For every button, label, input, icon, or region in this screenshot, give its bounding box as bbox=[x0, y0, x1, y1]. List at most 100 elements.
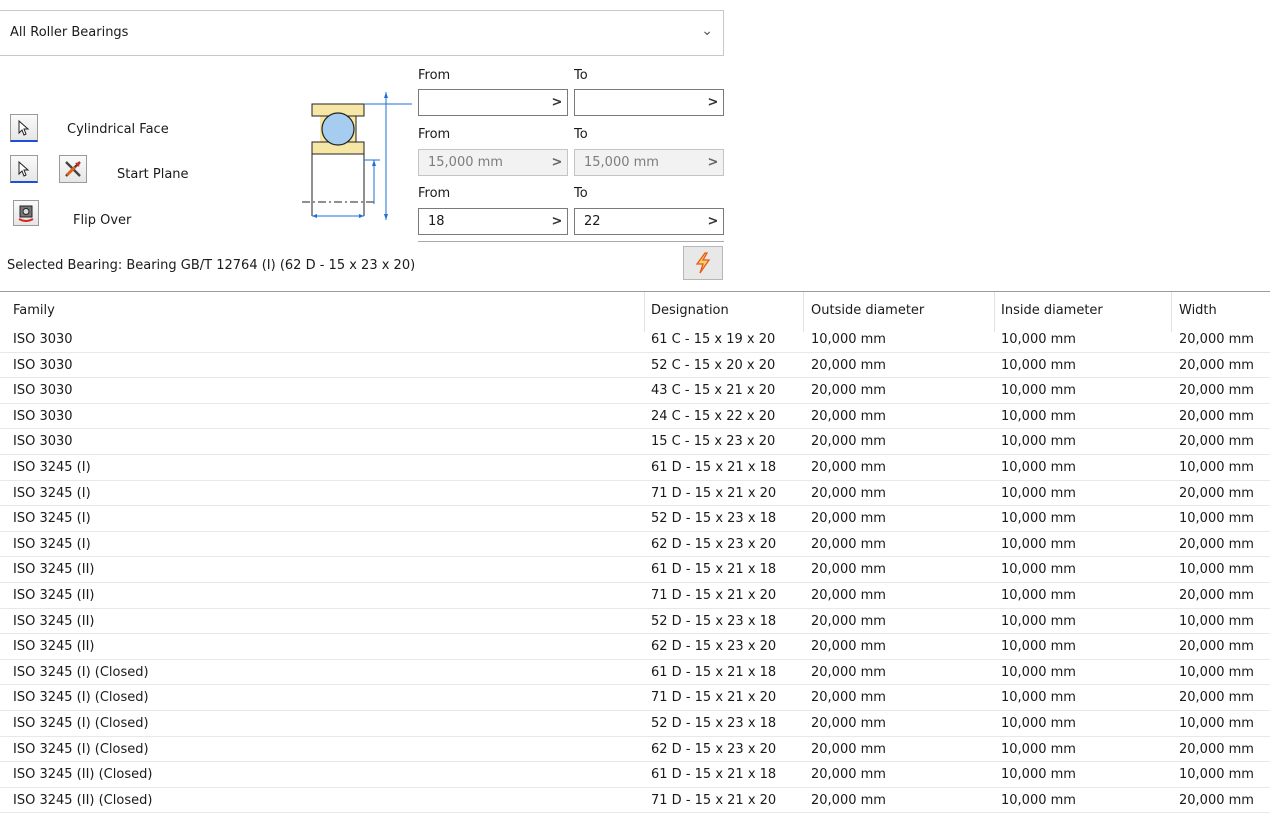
chevron-right-icon[interactable]: > bbox=[703, 214, 723, 229]
range-1-from-field[interactable]: > bbox=[418, 89, 568, 116]
cell-family: ISO 3245 (II) bbox=[13, 587, 95, 603]
cell-width: 20,000 mm bbox=[1179, 587, 1254, 603]
column-divider[interactable] bbox=[994, 292, 995, 332]
cell-inside-diameter: 10,000 mm bbox=[1001, 332, 1076, 347]
table-row[interactable]: ISO 3245 (I) 71 D - 15 x 21 x 20 20,000 mm… bbox=[0, 481, 1270, 507]
cell-width: 10,000 mm bbox=[1179, 459, 1254, 475]
cell-family: ISO 3030 bbox=[13, 408, 73, 424]
table-row[interactable]: ISO 3245 (II) 61 D - 15 x 21 x 18 20,000 m… bbox=[0, 557, 1270, 583]
bearing-family-dropdown[interactable]: All Roller Bearings ⌄ bbox=[0, 10, 724, 56]
range-2-to-field: 15,000 mm > bbox=[574, 149, 724, 176]
chevron-right-icon[interactable]: > bbox=[547, 155, 567, 170]
range-1-to-field[interactable]: > bbox=[574, 89, 724, 116]
table-row[interactable]: ISO 3245 (I) 61 D - 15 x 21 x 18 20,000 mm… bbox=[0, 455, 1270, 481]
chevron-down-icon[interactable]: ⌄ bbox=[701, 23, 713, 39]
table-row[interactable]: ISO 3030 52 C - 15 x 20 x 20 20,000 mm 10,0… bbox=[0, 353, 1270, 379]
cell-designation: 52 D - 15 x 23 x 18 bbox=[651, 613, 777, 629]
table-row[interactable]: ISO 3245 (I) (Closed) 62 D - 15 x 23 x 20… bbox=[0, 737, 1270, 763]
cell-family: ISO 3245 (I) bbox=[13, 485, 91, 501]
table-row[interactable]: ISO 3030 24 C - 15 x 22 x 20 20,000 mm 10,0… bbox=[0, 404, 1270, 430]
cell-inside-diameter: 10,000 mm bbox=[1001, 613, 1076, 629]
cell-designation: 52 D - 15 x 23 x 18 bbox=[651, 511, 777, 527]
cylindrical-face-select-button[interactable] bbox=[10, 114, 38, 142]
cell-family: ISO 3245 (I) bbox=[13, 459, 91, 475]
cell-designation: 71 D - 15 x 21 x 20 bbox=[651, 587, 777, 603]
cell-width: 10,000 mm bbox=[1179, 562, 1254, 578]
start-plane-select-button[interactable] bbox=[10, 155, 38, 183]
flip-over-button[interactable] bbox=[13, 200, 39, 226]
chevron-right-icon[interactable]: > bbox=[547, 95, 567, 110]
flip-direction-icon bbox=[65, 161, 81, 177]
table-row[interactable]: ISO 3245 (I) (Closed) 52 D - 15 x 23 x 18… bbox=[0, 711, 1270, 737]
column-header-width[interactable]: Width bbox=[1179, 303, 1217, 318]
cell-width: 10,000 mm bbox=[1179, 613, 1254, 629]
column-divider[interactable] bbox=[803, 292, 804, 332]
cell-family: ISO 3245 (I) bbox=[13, 536, 91, 552]
column-header-outside-diameter[interactable]: Outside diameter bbox=[811, 303, 924, 318]
cell-width: 10,000 mm bbox=[1179, 715, 1254, 731]
table-row[interactable]: ISO 3245 (I) (Closed) 71 D - 15 x 21 x 20… bbox=[0, 685, 1270, 711]
flip-over-icon bbox=[18, 205, 34, 222]
range-3-from-field[interactable]: 18 > bbox=[418, 208, 568, 235]
range-3-to-field[interactable]: 22 > bbox=[574, 208, 724, 235]
table-row[interactable]: ISO 3245 (I) 52 D - 15 x 23 x 18 20,000 mm… bbox=[0, 506, 1270, 532]
cell-inside-diameter: 10,000 mm bbox=[1001, 383, 1076, 399]
cell-inside-diameter: 10,000 mm bbox=[1001, 357, 1076, 373]
cell-family: ISO 3245 (II) (Closed) bbox=[13, 767, 153, 783]
table-row[interactable]: ISO 3245 (I) (Closed) 61 D - 15 x 21 x 18… bbox=[0, 660, 1270, 686]
cell-outside-diameter: 10,000 mm bbox=[811, 332, 886, 347]
cell-outside-diameter: 20,000 mm bbox=[811, 690, 886, 706]
cursor-arrow-icon bbox=[18, 119, 30, 136]
cell-inside-diameter: 10,000 mm bbox=[1001, 562, 1076, 578]
cell-designation: 71 D - 15 x 21 x 20 bbox=[651, 485, 777, 501]
cell-outside-diameter: 20,000 mm bbox=[811, 383, 886, 399]
table-row[interactable]: ISO 3030 61 C - 15 x 19 x 20 10,000 mm 10,0… bbox=[0, 327, 1270, 353]
bearing-table-body: ISO 3030 61 C - 15 x 19 x 20 10,000 mm 10,0… bbox=[0, 327, 1270, 814]
cell-designation: 61 D - 15 x 21 x 18 bbox=[651, 459, 777, 475]
cell-outside-diameter: 20,000 mm bbox=[811, 715, 886, 731]
column-header-inside-diameter[interactable]: Inside diameter bbox=[1001, 303, 1103, 318]
cell-designation: 52 C - 15 x 20 x 20 bbox=[651, 357, 776, 373]
table-row[interactable]: ISO 3030 43 C - 15 x 21 x 20 20,000 mm 10,0… bbox=[0, 378, 1270, 404]
chevron-right-icon[interactable]: > bbox=[703, 95, 723, 110]
cell-outside-diameter: 20,000 mm bbox=[811, 587, 886, 603]
table-row[interactable]: ISO 3245 (II) 52 D - 15 x 23 x 18 20,000 m… bbox=[0, 609, 1270, 635]
cell-family: ISO 3245 (II) bbox=[13, 562, 95, 578]
column-header-designation[interactable]: Designation bbox=[651, 303, 729, 318]
cell-designation: 62 D - 15 x 23 x 20 bbox=[651, 536, 777, 552]
cell-width: 20,000 mm bbox=[1179, 792, 1254, 808]
cell-outside-diameter: 20,000 mm bbox=[811, 459, 886, 475]
cell-inside-diameter: 10,000 mm bbox=[1001, 459, 1076, 475]
cell-inside-diameter: 10,000 mm bbox=[1001, 408, 1076, 424]
cell-family: ISO 3245 (I) (Closed) bbox=[13, 664, 149, 680]
cell-inside-diameter: 10,000 mm bbox=[1001, 485, 1076, 501]
cell-inside-diameter: 10,000 mm bbox=[1001, 690, 1076, 706]
cell-outside-diameter: 20,000 mm bbox=[811, 741, 886, 757]
table-row[interactable]: ISO 3245 (II) (Closed) 71 D - 15 x 21 x 2… bbox=[0, 788, 1270, 814]
cell-designation: 52 D - 15 x 23 x 18 bbox=[651, 715, 777, 731]
table-row[interactable]: ISO 3245 (I) 62 D - 15 x 23 x 20 20,000 mm… bbox=[0, 532, 1270, 558]
column-divider[interactable] bbox=[644, 292, 645, 332]
column-header-family[interactable]: Family bbox=[13, 303, 55, 318]
update-button[interactable] bbox=[683, 246, 723, 280]
flip-direction-button[interactable] bbox=[59, 155, 87, 183]
cell-width: 20,000 mm bbox=[1179, 408, 1254, 424]
cell-outside-diameter: 20,000 mm bbox=[811, 562, 886, 578]
table-row[interactable]: ISO 3245 (II) 62 D - 15 x 23 x 20 20,000 m… bbox=[0, 634, 1270, 660]
cell-inside-diameter: 10,000 mm bbox=[1001, 536, 1076, 552]
column-divider[interactable] bbox=[1171, 292, 1172, 332]
cell-inside-diameter: 10,000 mm bbox=[1001, 639, 1076, 655]
cell-designation: 61 D - 15 x 21 x 18 bbox=[651, 664, 777, 680]
table-row[interactable]: ISO 3245 (II) (Closed) 61 D - 15 x 21 x 1… bbox=[0, 762, 1270, 788]
cell-outside-diameter: 20,000 mm bbox=[811, 511, 886, 527]
cell-outside-diameter: 20,000 mm bbox=[811, 357, 886, 373]
table-row[interactable]: ISO 3245 (II) 71 D - 15 x 21 x 20 20,000 m… bbox=[0, 583, 1270, 609]
cell-inside-diameter: 10,000 mm bbox=[1001, 511, 1076, 527]
cell-width: 20,000 mm bbox=[1179, 639, 1254, 655]
range-3-from-label: From bbox=[418, 186, 451, 201]
chevron-right-icon[interactable]: > bbox=[547, 214, 567, 229]
cell-designation: 61 D - 15 x 21 x 18 bbox=[651, 562, 777, 578]
cell-outside-diameter: 20,000 mm bbox=[811, 536, 886, 552]
chevron-right-icon[interactable]: > bbox=[703, 155, 723, 170]
table-row[interactable]: ISO 3030 15 C - 15 x 23 x 20 20,000 mm 10,0… bbox=[0, 429, 1270, 455]
